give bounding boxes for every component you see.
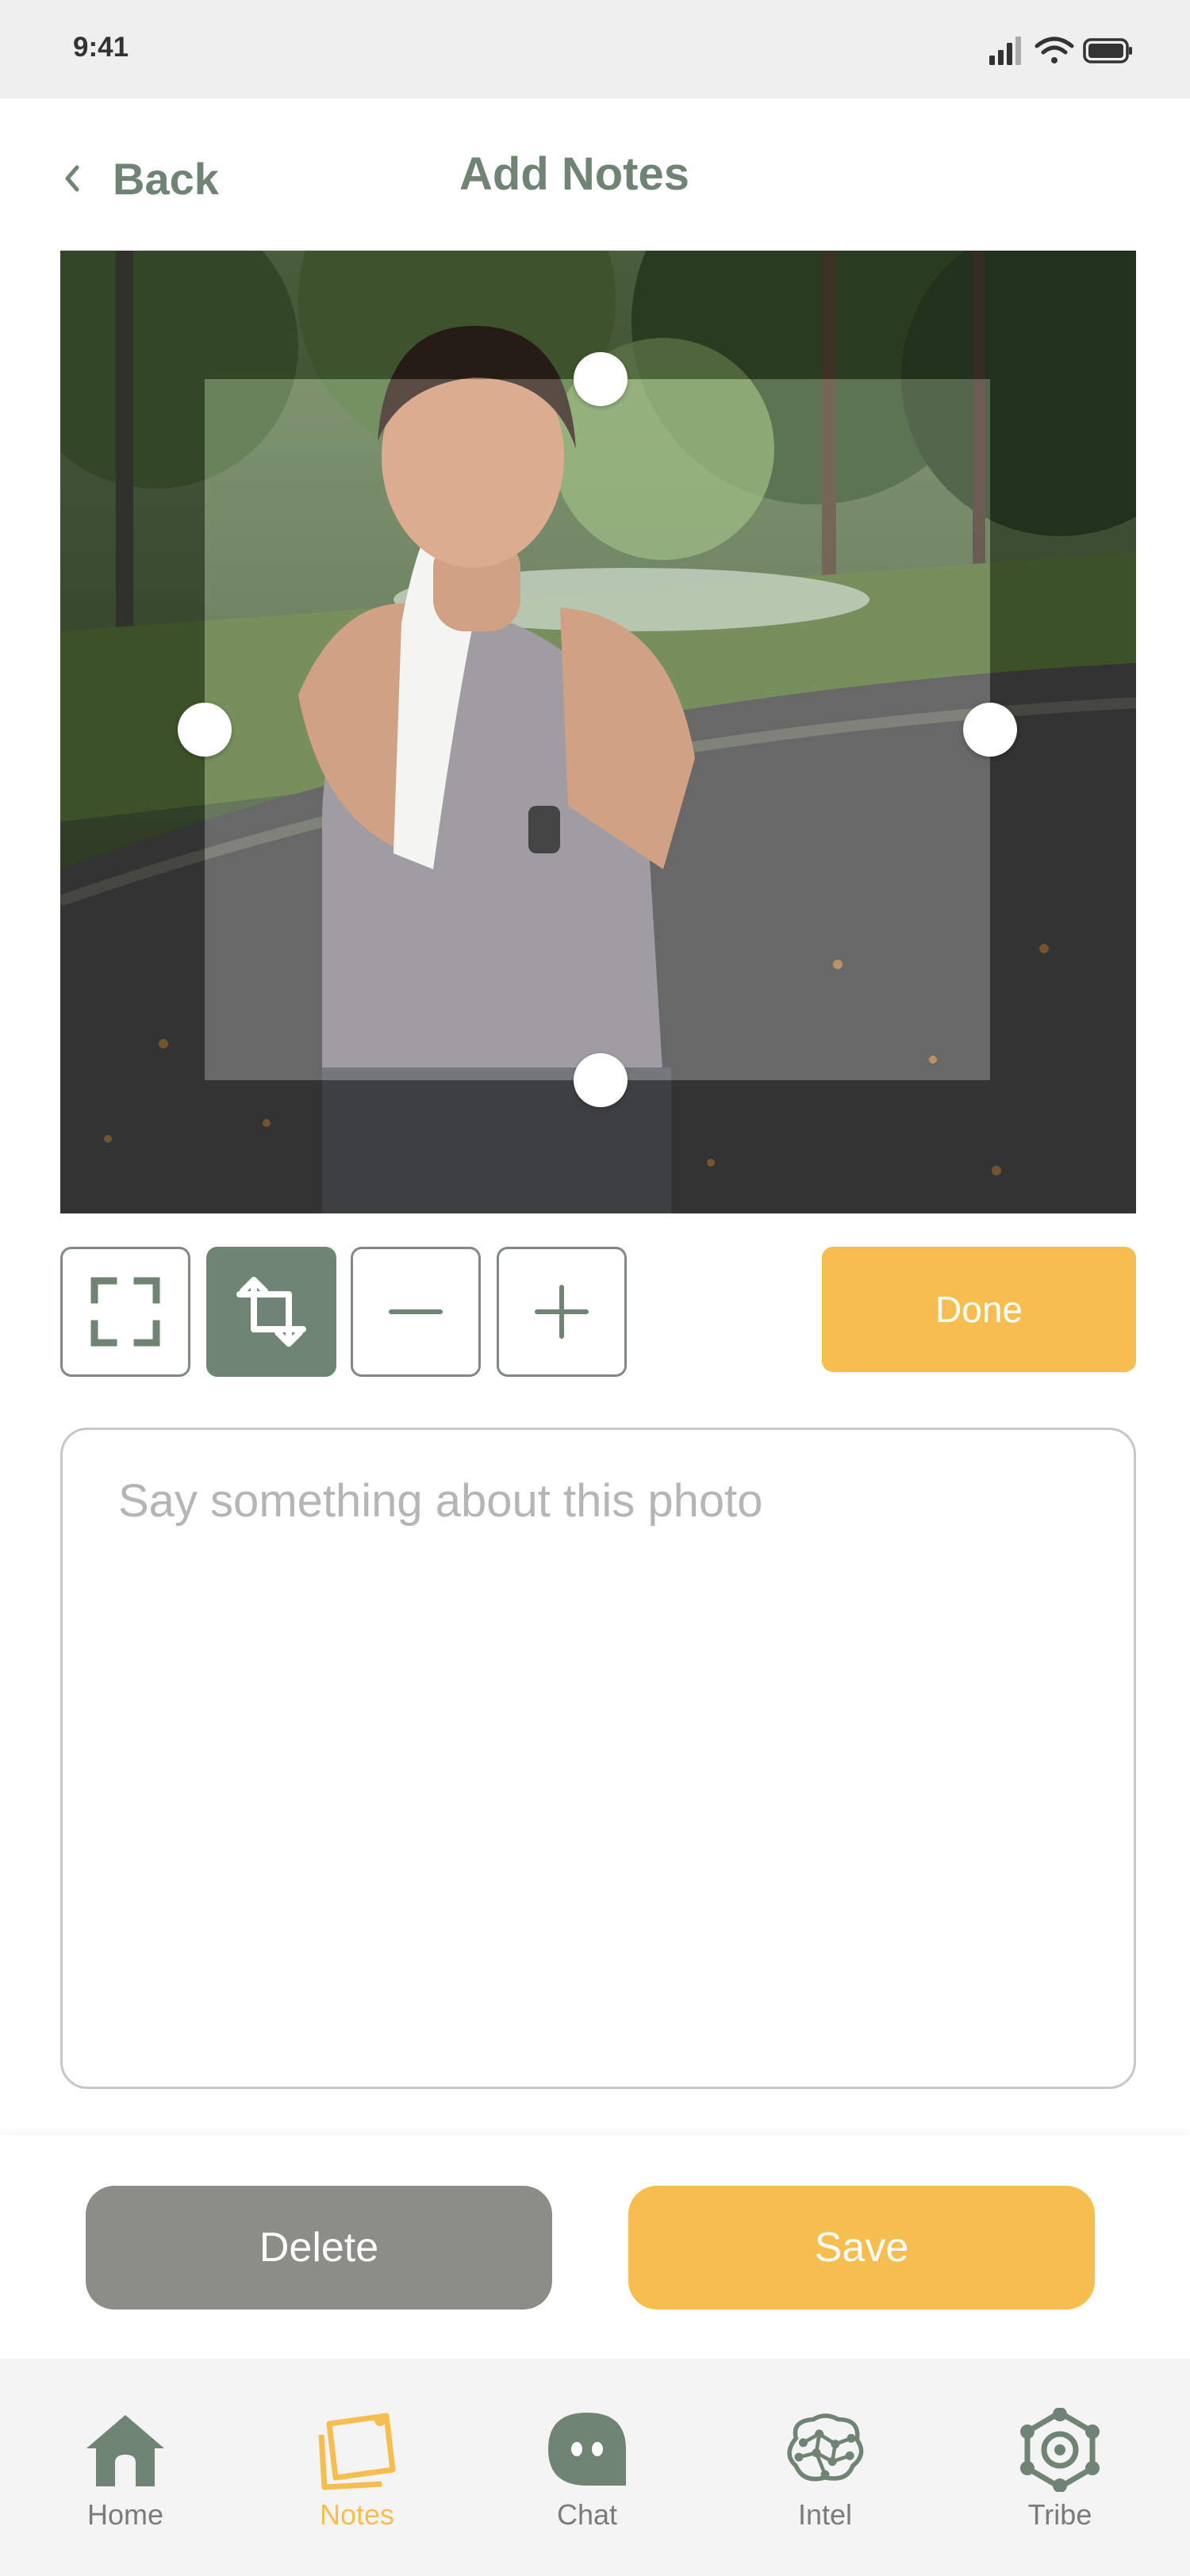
zoom-out-button[interactable] (351, 1247, 481, 1377)
tribe-icon (1016, 2408, 1104, 2492)
chat-icon (543, 2408, 631, 2492)
photo-crop-area[interactable] (60, 251, 1136, 1213)
crop-handle-bottom[interactable] (574, 1053, 628, 1107)
notes-field[interactable] (60, 1428, 1136, 2089)
done-button[interactable]: Done (822, 1247, 1136, 1372)
delete-button[interactable]: Delete (86, 2186, 552, 2310)
tab-label: Intel (797, 2498, 853, 2531)
crop-handle-top[interactable] (574, 352, 628, 406)
tab-intel[interactable]: Intel (746, 2408, 904, 2543)
minus-icon (389, 1309, 443, 1314)
crop-selection[interactable] (205, 379, 990, 1080)
crop-icon (236, 1277, 306, 1347)
status-bar: 9:41 (0, 0, 1190, 98)
crop-handle-right[interactable] (963, 703, 1017, 757)
crop-handle-left[interactable] (178, 703, 232, 757)
signal-icon (989, 36, 1021, 65)
fullscreen-icon (90, 1277, 160, 1347)
home-icon (82, 2408, 169, 2492)
crop-button[interactable] (206, 1247, 336, 1377)
tab-bar: Home Notes Chat Intel Tribe (0, 2359, 1190, 2576)
tab-label: Chat (556, 2498, 618, 2531)
tab-label: Tribe (1027, 2498, 1092, 2531)
tab-label: Notes (319, 2498, 395, 2531)
status-time: 9:41 (73, 32, 129, 63)
fullscreen-button[interactable] (60, 1247, 190, 1377)
battery-icon (1083, 38, 1132, 63)
tab-label: Home (86, 2498, 164, 2531)
wifi-icon (1035, 36, 1074, 63)
notes-icon (313, 2408, 401, 2492)
notes-textarea[interactable] (63, 1430, 1134, 2087)
action-bar: Delete Save (0, 2135, 1190, 2359)
tab-chat[interactable]: Chat (508, 2408, 666, 2543)
tab-tribe[interactable]: Tribe (981, 2408, 1139, 2543)
zoom-in-button[interactable] (497, 1247, 627, 1377)
plus-icon (535, 1285, 589, 1339)
tab-notes[interactable]: Notes (278, 2408, 436, 2543)
status-icons (989, 36, 1132, 65)
brain-icon (781, 2408, 869, 2492)
tab-home[interactable]: Home (46, 2408, 205, 2543)
page-title: Add Notes (459, 148, 689, 200)
save-button[interactable]: Save (628, 2186, 1095, 2310)
